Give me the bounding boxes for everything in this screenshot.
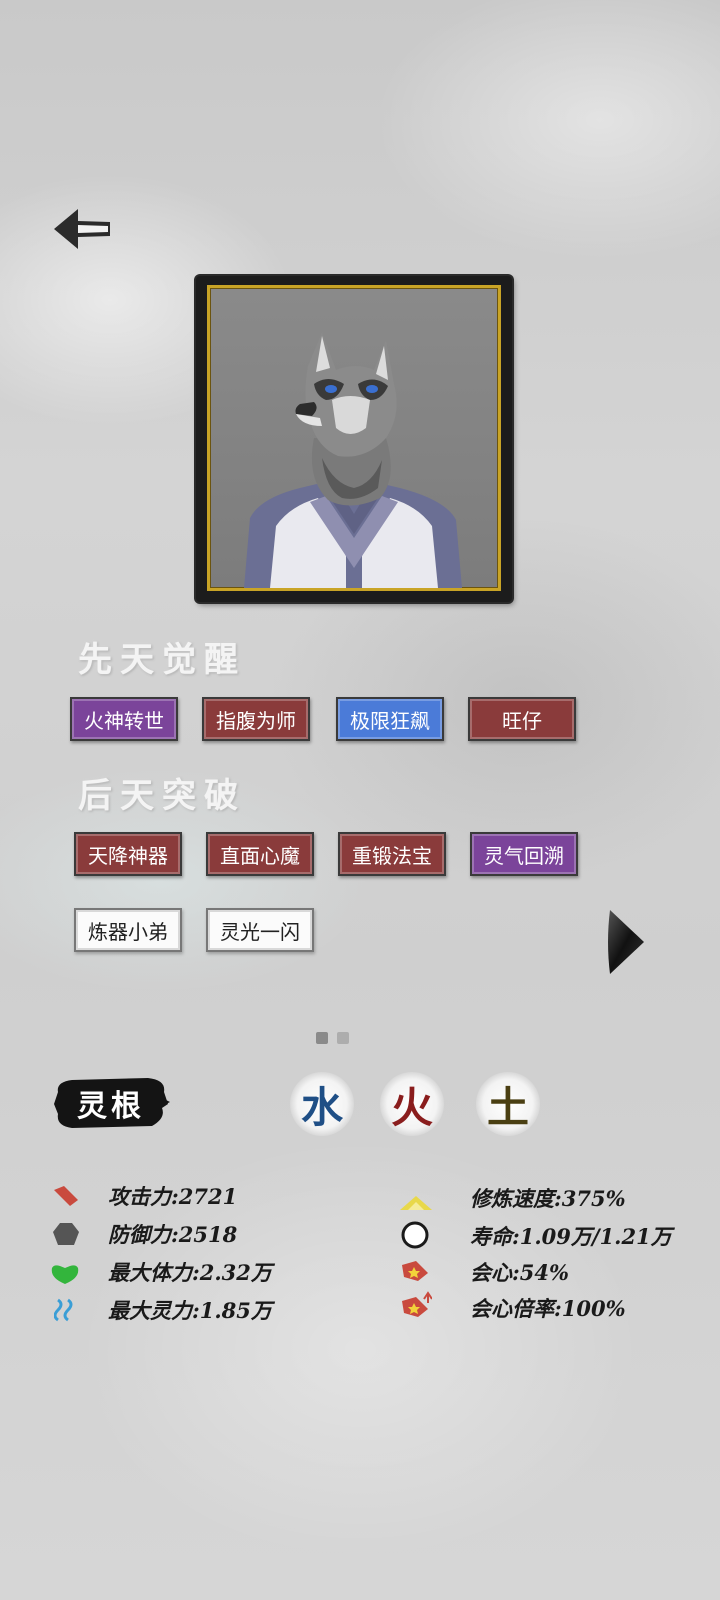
character-portrait <box>196 276 512 602</box>
defense-icon <box>53 1223 79 1245</box>
stat-attack: 攻击力:2721 <box>108 1184 238 1209</box>
spirit-wave-icon <box>54 1298 73 1322</box>
acquired-tag-4[interactable]: 灵气回溯 <box>470 832 578 876</box>
acquired-tag-1[interactable]: 天降神器 <box>74 832 182 876</box>
next-page-button[interactable] <box>604 906 648 978</box>
page-indicator-1 <box>316 1032 328 1044</box>
back-button[interactable] <box>50 205 114 253</box>
stat-lifespan: 寿命:1.09万/1.21万 <box>470 1224 672 1249</box>
element-earth-char: 土 <box>486 1082 529 1132</box>
cultivation-speed-icon <box>400 1196 432 1210</box>
triangle-right-icon <box>608 910 644 974</box>
stat-crit-multiplier: 会心倍率:100% <box>470 1296 626 1321</box>
innate-tag-3[interactable]: 极限狂飙 <box>336 697 444 741</box>
crit-multiplier-icon <box>402 1291 432 1317</box>
stat-defense: 防御力:2518 <box>108 1222 238 1247</box>
stat-max-spirit: 最大灵力:1.85万 <box>108 1298 272 1323</box>
element-earth: 土 <box>476 1072 540 1136</box>
attack-icon <box>54 1186 78 1206</box>
innate-tag-4[interactable]: 旺仔 <box>468 697 576 741</box>
spirit-root-label: 灵根 <box>77 1089 145 1124</box>
acquired-tag-2[interactable]: 直面心魔 <box>206 832 314 876</box>
wolf-character-illustration <box>244 332 462 588</box>
stat-max-hp: 最大体力:2.32万 <box>108 1260 272 1285</box>
element-fire: 火 <box>380 1072 444 1136</box>
element-water: 水 <box>290 1072 354 1136</box>
lifespan-icon <box>401 1221 429 1249</box>
acquired-tag-6[interactable]: 灵光一闪 <box>206 908 314 952</box>
element-fire-char: 火 <box>390 1082 433 1132</box>
spirit-root-badge: 灵根 <box>52 1074 170 1132</box>
element-water-char: 水 <box>300 1082 343 1132</box>
acquired-tag-3[interactable]: 重锻法宝 <box>338 832 446 876</box>
stat-crit: 会心:54% <box>470 1260 569 1285</box>
crit-icon <box>402 1261 428 1281</box>
innate-tag-2[interactable]: 指腹为师 <box>202 697 310 741</box>
innate-awakening-title: 先天觉醒 <box>78 640 246 680</box>
acquired-tag-5[interactable]: 炼器小弟 <box>74 908 182 952</box>
hp-icon <box>51 1265 79 1284</box>
innate-tag-1[interactable]: 火神转世 <box>70 697 178 741</box>
back-arrow-icon <box>54 209 110 249</box>
stat-cultivation-speed: 修炼速度:375% <box>470 1186 626 1211</box>
acquired-breakthrough-title: 后天突破 <box>78 776 246 816</box>
page-indicator-2 <box>337 1032 349 1044</box>
